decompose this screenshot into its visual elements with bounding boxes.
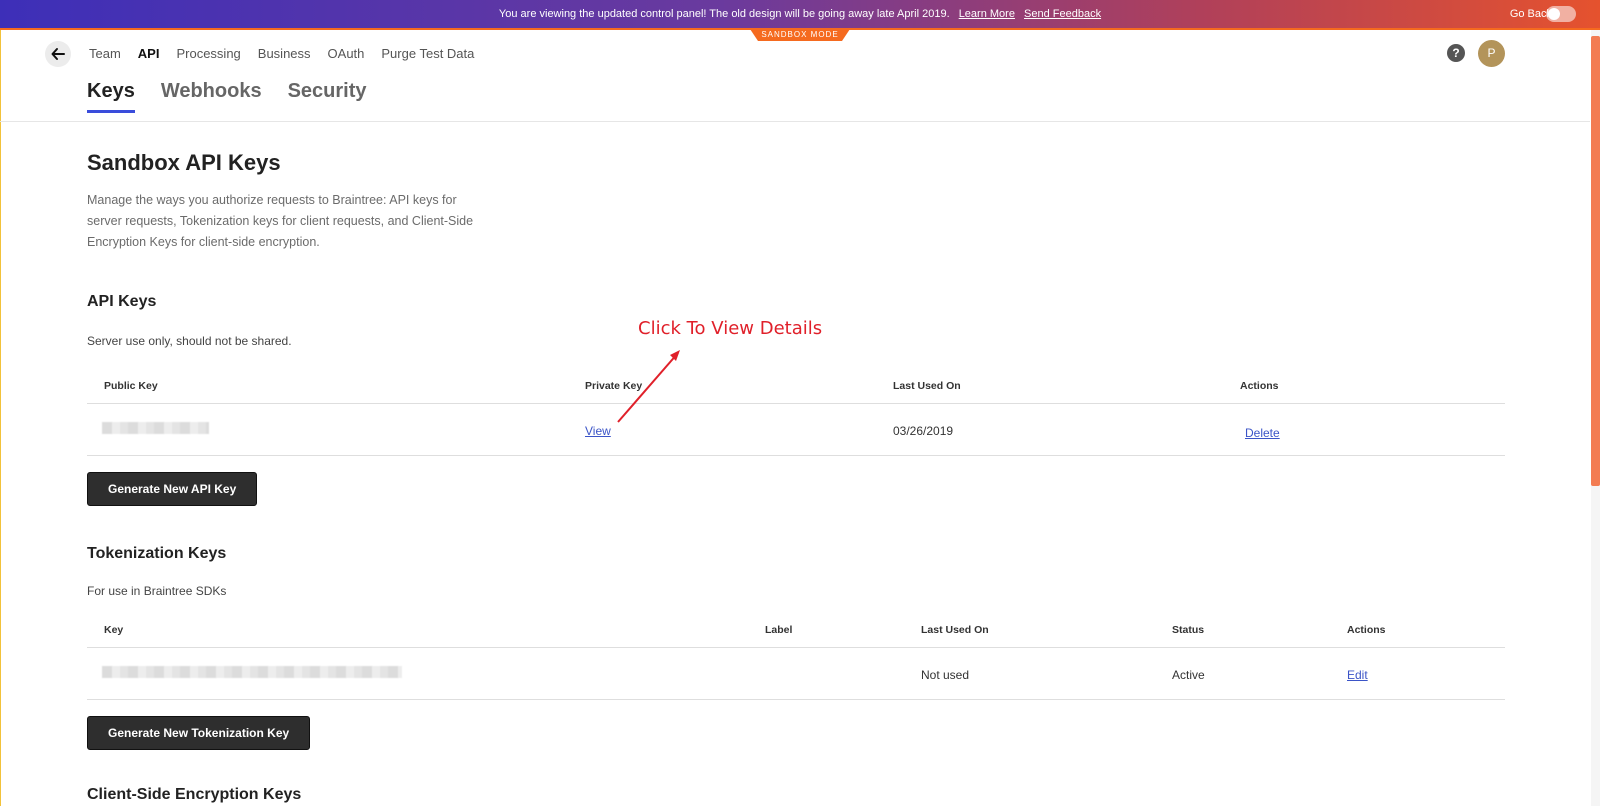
col-last-used-on: Last Used On (921, 624, 989, 636)
arrow-left-icon (51, 48, 65, 60)
nav-item-processing[interactable]: Processing (176, 46, 240, 61)
keys-tabs: Keys Webhooks Security (87, 80, 393, 113)
help-icon[interactable]: ? (1447, 44, 1465, 62)
annotation-text: Click To View Details (638, 318, 823, 339)
go-back-toggle[interactable] (1546, 6, 1576, 22)
table-row: Not used Active Edit (87, 648, 1505, 700)
cse-keys-title: Client-Side Encryption Keys (87, 786, 302, 803)
generate-tokenization-key-button[interactable]: Generate New Tokenization Key (87, 716, 311, 750)
send-feedback-link[interactable]: Send Feedback (1024, 8, 1101, 20)
nav-item-purge-test-data[interactable]: Purge Test Data (381, 46, 474, 61)
annotation-arrow-icon (617, 350, 680, 423)
tab-keys[interactable]: Keys (87, 80, 135, 113)
tokenization-keys-subtitle: For use in Braintree SDKs (87, 584, 227, 598)
tabs-divider (0, 121, 1590, 122)
api-keys-title: API Keys (87, 293, 157, 310)
nav-item-team[interactable]: Team (89, 46, 121, 61)
tokenization-keys-table: Key Label Last Used On Status Actions No… (87, 610, 1505, 700)
api-keys-table-header: Public Key Private Key Last Used On Acti… (87, 366, 1505, 404)
page-title: Sandbox API Keys (87, 150, 281, 175)
nav-item-business[interactable]: Business (258, 46, 311, 61)
tab-security[interactable]: Security (288, 80, 367, 113)
col-status: Status (1172, 624, 1205, 636)
col-actions: Actions (1240, 380, 1279, 392)
table-row: View 03/26/2019 Delete (87, 404, 1505, 456)
col-label: Label (765, 624, 793, 636)
delete-api-key-link[interactable]: Delete (1245, 426, 1280, 440)
tokenization-keys-title: Tokenization Keys (87, 545, 227, 562)
col-public-key: Public Key (104, 380, 158, 392)
generate-api-key-button[interactable]: Generate New API Key (87, 472, 258, 506)
nav-item-api[interactable]: API (138, 46, 160, 61)
scrollbar-thumb[interactable] (1591, 36, 1600, 486)
tokenization-key-redacted (102, 666, 402, 678)
page-left-border (0, 30, 1, 806)
avatar[interactable]: P (1478, 40, 1505, 67)
col-actions: Actions (1347, 624, 1386, 636)
banner-text: You are viewing the updated control pane… (498, 8, 950, 20)
nav-item-oauth[interactable]: OAuth (328, 46, 365, 61)
view-private-key-link[interactable]: View (585, 424, 611, 438)
col-key: Key (104, 624, 124, 636)
learn-more-link[interactable]: Learn More (959, 8, 1015, 20)
last-used-value: Not used (921, 668, 970, 682)
public-key-redacted (102, 422, 209, 434)
banner-message: You are viewing the updated control pane… (0, 8, 1600, 20)
api-keys-table: Public Key Private Key Last Used On Acti… (87, 366, 1505, 456)
page-description: Manage the ways you authorize requests t… (87, 193, 474, 249)
last-used-value: 03/26/2019 (893, 424, 954, 438)
tokenization-table-header: Key Label Last Used On Status Actions (87, 610, 1505, 648)
tab-webhooks[interactable]: Webhooks (161, 80, 262, 113)
status-badge: Active (1172, 668, 1205, 682)
sandbox-mode-badge: SANDBOX MODE (750, 29, 850, 41)
top-navigation: Team API Processing Business OAuth Purge… (89, 46, 491, 61)
update-banner: You are viewing the updated control pane… (0, 0, 1600, 30)
edit-tokenization-key-link[interactable]: Edit (1347, 668, 1368, 682)
api-keys-subtitle: Server use only, should not be shared. (87, 334, 292, 348)
col-last-used-on: Last Used On (893, 380, 961, 392)
back-button[interactable] (45, 41, 71, 67)
